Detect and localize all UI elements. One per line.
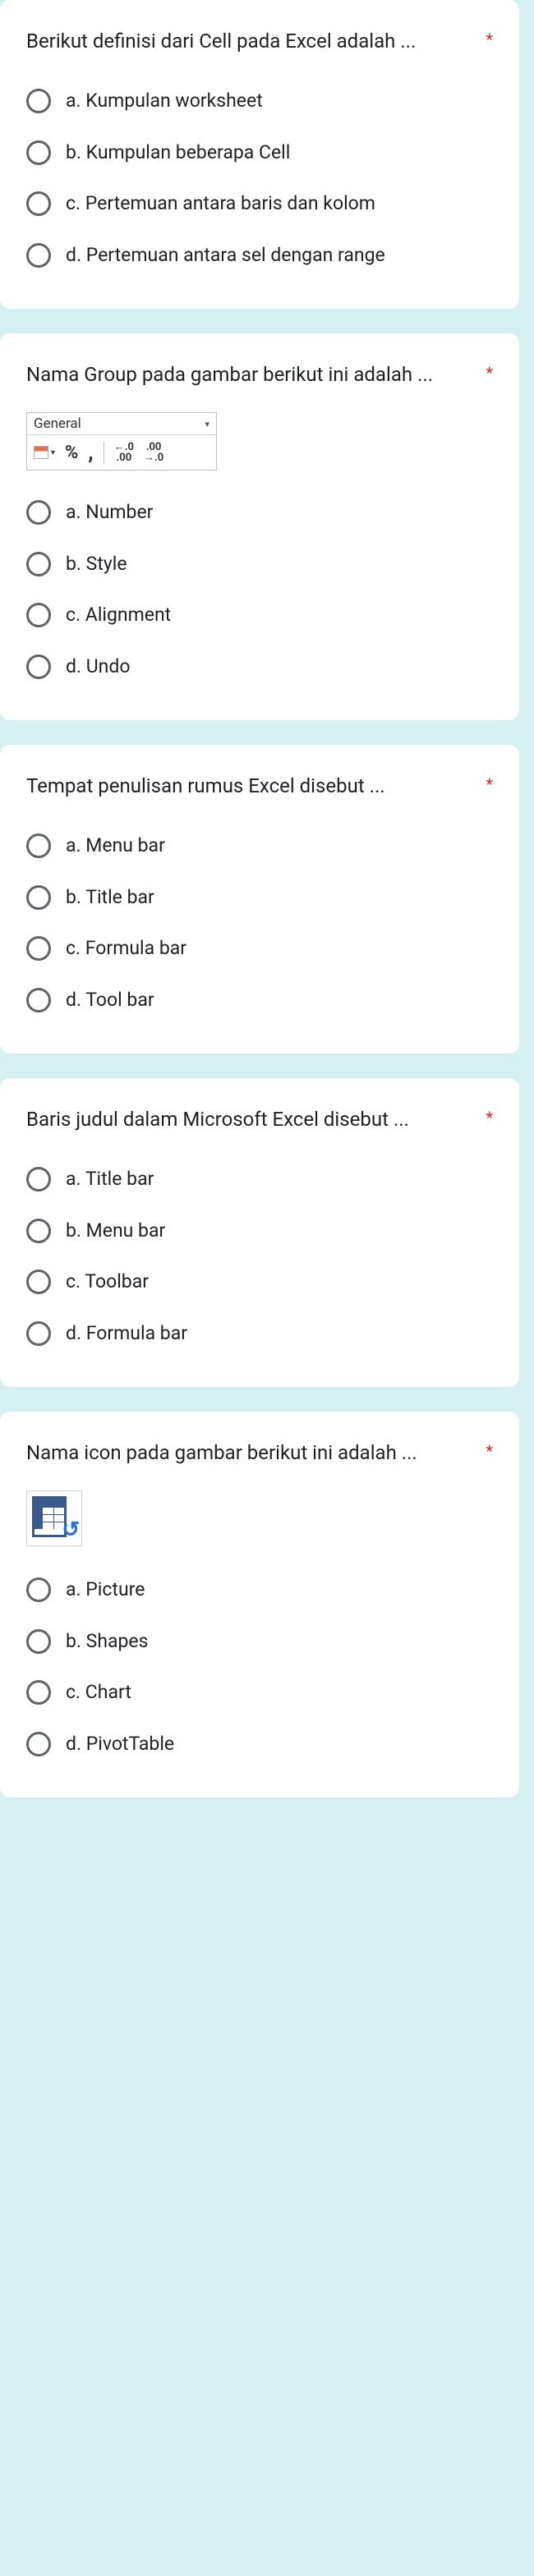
question-header: Berikut definisi dari Cell pada Excel ad… — [26, 26, 493, 56]
options-group: a. Title bar b. Menu bar c. Toolbar d. F… — [26, 1157, 493, 1356]
question-header: Nama icon pada gambar berikut ini adalah… — [26, 1438, 493, 1467]
radio-icon — [26, 654, 51, 679]
radio-icon — [26, 833, 51, 858]
radio-option[interactable]: d. Tool bar — [26, 978, 493, 1023]
excel-icons-row: ▾ % , ←.0.00 .00→.0 — [27, 435, 216, 470]
radio-icon — [26, 1219, 51, 1243]
radio-icon — [26, 936, 51, 961]
option-label: b. Menu bar — [66, 1217, 165, 1246]
radio-option[interactable]: b. Style — [26, 542, 493, 587]
option-label: a. Menu bar — [66, 832, 165, 861]
option-label: d. PivotTable — [66, 1730, 174, 1759]
radio-icon — [26, 885, 51, 910]
radio-icon — [26, 500, 51, 525]
radio-icon — [26, 140, 51, 165]
radio-icon — [26, 1577, 51, 1602]
question-card: Tempat penulisan rumus Excel disebut ...… — [0, 745, 519, 1054]
radio-option[interactable]: d. PivotTable — [26, 1722, 493, 1767]
chevron-down-icon: ▾ — [205, 419, 209, 429]
question-card: Baris judul dalam Microsoft Excel disebu… — [0, 1078, 519, 1387]
radio-option[interactable]: b. Shapes — [26, 1619, 493, 1665]
comma-icon: , — [88, 440, 93, 465]
option-label: a. Picture — [66, 1576, 145, 1605]
radio-option[interactable]: c. Formula bar — [26, 926, 493, 971]
radio-icon — [26, 552, 51, 576]
radio-icon — [26, 1680, 51, 1705]
radio-option[interactable]: b. Menu bar — [26, 1209, 493, 1254]
radio-icon — [26, 1167, 51, 1192]
option-label: c. Formula bar — [66, 934, 186, 963]
excel-format-dropdown: General ▾ — [27, 413, 216, 435]
question-image: ↺ — [26, 1490, 82, 1546]
options-group: a. Number b. Style c. Alignment d. Undo — [26, 490, 493, 689]
radio-option[interactable]: a. Title bar — [26, 1157, 493, 1202]
radio-option[interactable]: a. Number — [26, 490, 493, 535]
question-title: Nama Group pada gambar berikut ini adala… — [26, 360, 477, 389]
option-label: c. Alignment — [66, 601, 171, 630]
radio-option[interactable]: c. Chart — [26, 1670, 493, 1715]
required-asterisk-icon: * — [486, 1104, 493, 1131]
option-label: b. Title bar — [66, 884, 154, 912]
options-group: a. Picture b. Shapes c. Chart d. PivotTa… — [26, 1568, 493, 1766]
option-label: c. Toolbar — [66, 1268, 149, 1297]
radio-option[interactable]: c. Toolbar — [26, 1260, 493, 1305]
option-label: d. Tool bar — [66, 986, 154, 1015]
question-card: Nama icon pada gambar berikut ini adalah… — [0, 1412, 519, 1798]
option-label: d. Formula bar — [66, 1320, 187, 1348]
option-label: c. Chart — [66, 1678, 131, 1707]
radio-option[interactable]: b. Kumpulan beberapa Cell — [26, 131, 493, 176]
option-label: a. Title bar — [66, 1165, 154, 1194]
accounting-format-icon: ▾ — [34, 446, 55, 459]
decrease-decimal-icon: .00→.0 — [144, 442, 163, 463]
refresh-arrow-icon: ↺ — [62, 1518, 80, 1542]
excel-number-group-image: General ▾ ▾ % , ←.0.00 .00→.0 — [26, 412, 217, 471]
radio-icon — [26, 1270, 51, 1294]
radio-option[interactable]: a. Kumpulan worksheet — [26, 79, 493, 124]
question-header: Nama Group pada gambar berikut ini adala… — [26, 360, 493, 389]
option-label: b. Shapes — [66, 1628, 149, 1656]
radio-option[interactable]: a. Picture — [26, 1568, 493, 1613]
radio-option[interactable]: d. Formula bar — [26, 1311, 493, 1357]
required-asterisk-icon: * — [486, 1438, 493, 1464]
question-card: Berikut definisi dari Cell pada Excel ad… — [0, 0, 519, 309]
radio-icon — [26, 1629, 51, 1654]
pivottable-icon: ↺ — [32, 1496, 76, 1541]
question-image: General ▾ ▾ % , ←.0.00 .00→.0 — [26, 412, 493, 471]
percent-icon: % — [65, 443, 78, 463]
question-title: Nama icon pada gambar berikut ini adalah… — [26, 1438, 477, 1467]
radio-option[interactable]: a. Menu bar — [26, 824, 493, 869]
question-card: Nama Group pada gambar berikut ini adala… — [0, 333, 519, 720]
question-header: Baris judul dalam Microsoft Excel disebu… — [26, 1104, 493, 1134]
option-label: d. Pertemuan antara sel dengan range — [66, 241, 385, 270]
options-group: a. Menu bar b. Title bar c. Formula bar … — [26, 824, 493, 1022]
option-label: a. Number — [66, 498, 153, 527]
radio-option[interactable]: c. Alignment — [26, 593, 493, 638]
question-title: Baris judul dalam Microsoft Excel disebu… — [26, 1104, 477, 1134]
option-label: b. Kumpulan beberapa Cell — [66, 139, 290, 168]
options-group: a. Kumpulan worksheet b. Kumpulan bebera… — [26, 79, 493, 278]
radio-option[interactable]: b. Title bar — [26, 875, 493, 921]
radio-icon — [26, 89, 51, 113]
option-label: b. Style — [66, 550, 127, 579]
radio-icon — [26, 1321, 51, 1346]
required-asterisk-icon: * — [486, 26, 493, 53]
radio-icon — [26, 603, 51, 627]
option-label: d. Undo — [66, 653, 130, 682]
radio-icon — [26, 243, 51, 268]
increase-decimal-icon: ←.0.00 — [114, 442, 134, 463]
option-label: a. Kumpulan worksheet — [66, 87, 263, 116]
required-asterisk-icon: * — [486, 771, 493, 797]
question-title: Tempat penulisan rumus Excel disebut ... — [26, 771, 477, 801]
radio-icon — [26, 191, 51, 216]
required-asterisk-icon: * — [486, 360, 493, 386]
radio-option[interactable]: d. Pertemuan antara sel dengan range — [26, 233, 493, 278]
question-title: Berikut definisi dari Cell pada Excel ad… — [26, 26, 477, 56]
dropdown-label: General — [34, 416, 81, 432]
question-header: Tempat penulisan rumus Excel disebut ...… — [26, 771, 493, 801]
radio-option[interactable]: c. Pertemuan antara baris dan kolom — [26, 181, 493, 227]
radio-option[interactable]: d. Undo — [26, 645, 493, 690]
radio-icon — [26, 1732, 51, 1756]
radio-icon — [26, 988, 51, 1012]
option-label: c. Pertemuan antara baris dan kolom — [66, 190, 375, 218]
